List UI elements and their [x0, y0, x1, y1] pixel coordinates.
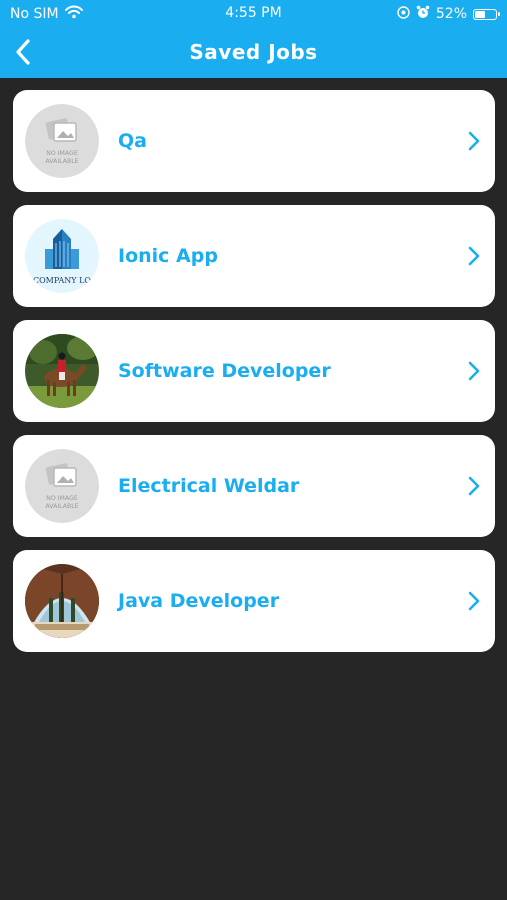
job-card-software-developer[interactable]: Software Developer	[13, 320, 495, 422]
horse-rider-photo	[25, 334, 99, 408]
job-title: Java Developer	[118, 590, 280, 612]
job-card-java-developer[interactable]: Java Developer	[13, 550, 495, 652]
tent-photo	[25, 564, 99, 638]
job-title: Qa	[118, 130, 147, 152]
chevron-right-icon	[468, 246, 480, 266]
chevron-right-icon	[468, 476, 480, 496]
saved-jobs-screen: No SIM 4:55 PM 52% Saved Jobs NO IMAGE A…	[0, 0, 507, 900]
status-bar: No SIM 4:55 PM 52%	[0, 0, 507, 28]
job-title: Software Developer	[118, 360, 331, 382]
job-title: Electrical Weldar	[118, 475, 300, 497]
placeholder-line-2: AVAILABLE	[45, 158, 78, 165]
no-image-placeholder: NO IMAGE AVAILABLE	[25, 449, 99, 523]
job-card-electrical-weldar[interactable]: NO IMAGE AVAILABLE Electrical Weldar	[13, 435, 495, 537]
saved-jobs-list: NO IMAGE AVAILABLE Qa COMPANY LO Ionic A…	[13, 90, 495, 665]
battery-icon	[473, 8, 500, 20]
placeholder-line-1: NO IMAGE	[46, 495, 78, 502]
battery-percent: 52%	[435, 6, 467, 22]
logo-text: COMPANY LO	[33, 276, 91, 285]
top-bar: No SIM 4:55 PM 52% Saved Jobs	[0, 0, 507, 78]
no-image-placeholder: NO IMAGE AVAILABLE	[25, 104, 99, 178]
chevron-right-icon	[468, 361, 480, 381]
chevron-right-icon	[468, 131, 480, 151]
placeholder-line-1: NO IMAGE	[46, 150, 78, 157]
placeholder-line-2: AVAILABLE	[45, 503, 78, 510]
header: Saved Jobs	[0, 28, 507, 78]
status-right: 52%	[397, 5, 500, 23]
alarm-icon	[416, 5, 430, 23]
job-title: Ionic App	[118, 245, 218, 267]
job-card-qa[interactable]: NO IMAGE AVAILABLE Qa	[13, 90, 495, 192]
battery-level-fill	[475, 10, 485, 18]
location-icon	[397, 5, 410, 23]
company-logo: COMPANY LO	[25, 219, 99, 293]
job-card-ionic-app[interactable]: COMPANY LO Ionic App	[13, 205, 495, 307]
page-title: Saved Jobs	[189, 40, 318, 64]
chevron-right-icon	[468, 591, 480, 611]
